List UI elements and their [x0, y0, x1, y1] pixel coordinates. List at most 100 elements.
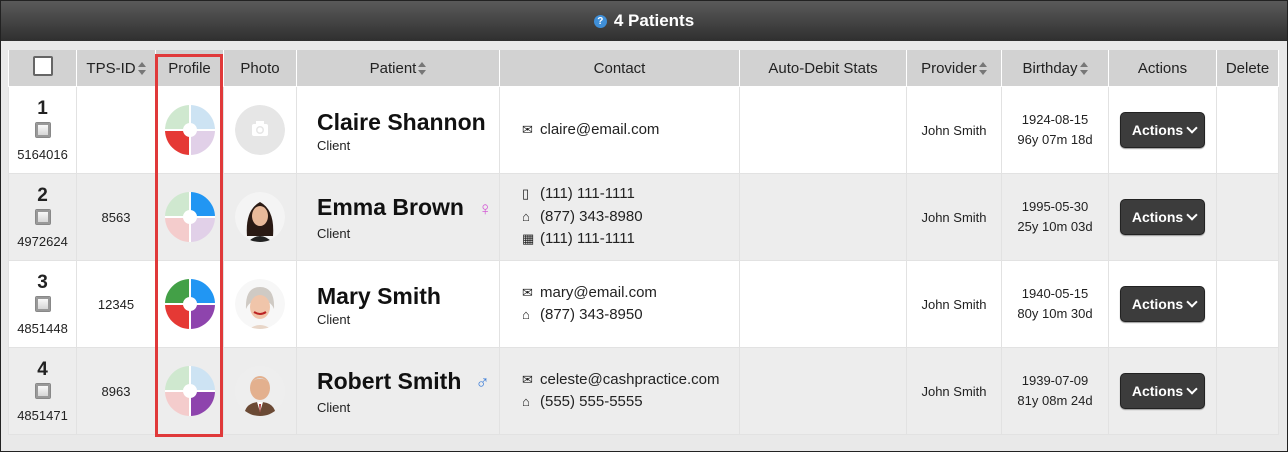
actions-button[interactable]: Actions — [1119, 199, 1206, 235]
patient-name-line[interactable]: Claire Shannon — [317, 108, 499, 136]
column-header-birthday[interactable]: Birthday — [1001, 50, 1109, 87]
row-checkbox[interactable] — [34, 121, 51, 138]
auto-debit-cell — [739, 347, 907, 435]
contact-line[interactable]: ⌂ (877) 343-8950 — [522, 304, 739, 327]
actions-cell: Actions — [1108, 260, 1217, 348]
row-checkbox[interactable] — [34, 295, 51, 312]
chevron-down-icon — [1186, 122, 1198, 134]
tps-id-cell — [76, 86, 156, 174]
birthday-cell: 1939-07-09 81y 08m 24d — [1001, 347, 1109, 435]
actions-cell: Actions — [1108, 86, 1217, 174]
patient-name-line[interactable]: Emma Brown ♀ — [317, 193, 499, 224]
column-header-delete: Delete — [1216, 50, 1279, 87]
birth-date: 1924-08-15 — [1021, 111, 1089, 127]
sort-icon[interactable] — [137, 62, 146, 76]
panel-title: 4 Patients — [613, 11, 695, 30]
patient-name[interactable]: Claire Shannon — [317, 109, 486, 135]
email-icon: ✉ — [522, 284, 533, 300]
patient-name-line[interactable]: Mary Smith — [317, 282, 499, 310]
actions-cell: Actions — [1108, 347, 1217, 435]
provider-cell: John Smith — [906, 86, 1002, 174]
row-checkbox[interactable] — [34, 208, 51, 225]
age: 25y 10m 03d — [1017, 219, 1093, 234]
avatar-older-man — [235, 366, 285, 416]
male-icon: ♂ — [475, 373, 490, 394]
birthday-cell: 1940-05-15 80y 10m 30d — [1001, 260, 1109, 348]
column-header-provider[interactable]: Provider — [906, 50, 1002, 87]
provider-cell: John Smith — [906, 173, 1002, 261]
contact-value: (111) 111-1111 — [540, 185, 635, 203]
patient-name-line[interactable]: Robert Smith ♂ — [317, 367, 499, 398]
contact-cell: ✉ mary@email.com ⌂ (877) 343-8950 — [499, 260, 740, 348]
birth-date: 1939-07-09 — [1021, 372, 1089, 388]
provider-cell: John Smith — [906, 260, 1002, 348]
email-icon: ✉ — [522, 121, 533, 137]
row-select-cell: 1 5164016 — [8, 86, 77, 174]
tps-id-cell: 8963 — [76, 347, 156, 435]
column-header-tps-id[interactable]: TPS-ID — [76, 50, 156, 87]
row-number: 4 — [37, 358, 48, 380]
column-header-photo: Photo — [223, 50, 297, 87]
sort-icon[interactable] — [1079, 62, 1088, 76]
contact-value: celeste@cashpractice.com — [540, 370, 720, 388]
auto-debit-cell — [739, 86, 907, 174]
contact-line[interactable]: ⌂ (555) 555-5555 — [522, 391, 739, 414]
row-select-cell: 3 4851448 — [8, 260, 77, 348]
chevron-down-icon — [1186, 296, 1198, 308]
row-checkbox[interactable] — [34, 382, 51, 399]
avatar[interactable] — [235, 366, 285, 416]
row-number: 2 — [37, 184, 48, 206]
patient-name[interactable]: Emma Brown — [317, 194, 464, 220]
age: 80y 10m 30d — [1017, 306, 1093, 321]
column-header-patient[interactable]: Patient — [296, 50, 500, 87]
avatar[interactable] — [235, 192, 285, 242]
contact-line[interactable]: ✉ claire@email.com — [522, 119, 739, 142]
sort-icon[interactable] — [418, 62, 427, 76]
patient-name[interactable]: Robert Smith — [317, 368, 461, 394]
age: 81y 08m 24d — [1017, 393, 1093, 408]
actions-button[interactable]: Actions — [1119, 286, 1206, 322]
avatar[interactable] — [235, 105, 285, 155]
delete-cell — [1216, 260, 1279, 348]
photo-cell — [223, 173, 297, 261]
column-header-auto-debit: Auto-Debit Stats — [739, 50, 907, 87]
patient-name[interactable]: Mary Smith — [317, 283, 441, 309]
photo-cell — [223, 347, 297, 435]
select-all-header — [8, 50, 77, 87]
row-number: 3 — [37, 271, 48, 293]
patients-panel: ? 4 Patients TPS-ID Profile Photo Patien… — [0, 0, 1288, 452]
column-header-actions: Actions — [1108, 50, 1217, 87]
avatar[interactable] — [235, 279, 285, 329]
contact-value: claire@email.com — [540, 120, 660, 138]
select-all-checkbox[interactable] — [32, 56, 53, 76]
contact-value: (111) 111-1111 — [540, 230, 635, 248]
row-number: 1 — [37, 97, 48, 119]
contact-cell: ▯ (111) 111-1111 ⌂ (877) 343-8980 ▦ (111) 111… — [499, 173, 740, 261]
contact-line[interactable]: ✉ mary@email.com — [522, 282, 739, 305]
sort-icon[interactable] — [978, 62, 987, 76]
contact-line[interactable]: ⌂ (877) 343-8980 — [522, 206, 739, 229]
contact-line[interactable]: ✉ celeste@cashpractice.com — [522, 369, 739, 392]
panel-title-bar: ? 4 Patients — [1, 1, 1287, 41]
office-icon: ▦ — [522, 231, 535, 247]
contact-line[interactable]: ▯ (111) 111-1111 — [522, 183, 739, 206]
patient-id: 4972624 — [17, 233, 68, 249]
contact-line[interactable]: ▦ (111) 111-1111 — [522, 228, 739, 251]
tps-id-cell: 8563 — [76, 173, 156, 261]
provider-cell: John Smith — [906, 347, 1002, 435]
row-select-cell: 4 4851471 — [8, 347, 77, 435]
birth-date: 1940-05-15 — [1021, 285, 1089, 301]
photo-cell — [223, 260, 297, 348]
actions-button[interactable]: Actions — [1119, 112, 1206, 148]
column-header-contact: Contact — [499, 50, 740, 87]
auto-debit-cell — [739, 173, 907, 261]
actions-button[interactable]: Actions — [1119, 373, 1206, 409]
help-icon[interactable]: ? — [593, 14, 607, 28]
actions-cell: Actions — [1108, 173, 1217, 261]
photo-cell — [223, 86, 297, 174]
mobile-icon: ▯ — [522, 186, 530, 202]
delete-cell — [1216, 347, 1279, 435]
patient-id: 4851471 — [17, 407, 68, 423]
female-icon: ♀ — [477, 199, 493, 220]
avatar-older-woman — [235, 279, 285, 329]
